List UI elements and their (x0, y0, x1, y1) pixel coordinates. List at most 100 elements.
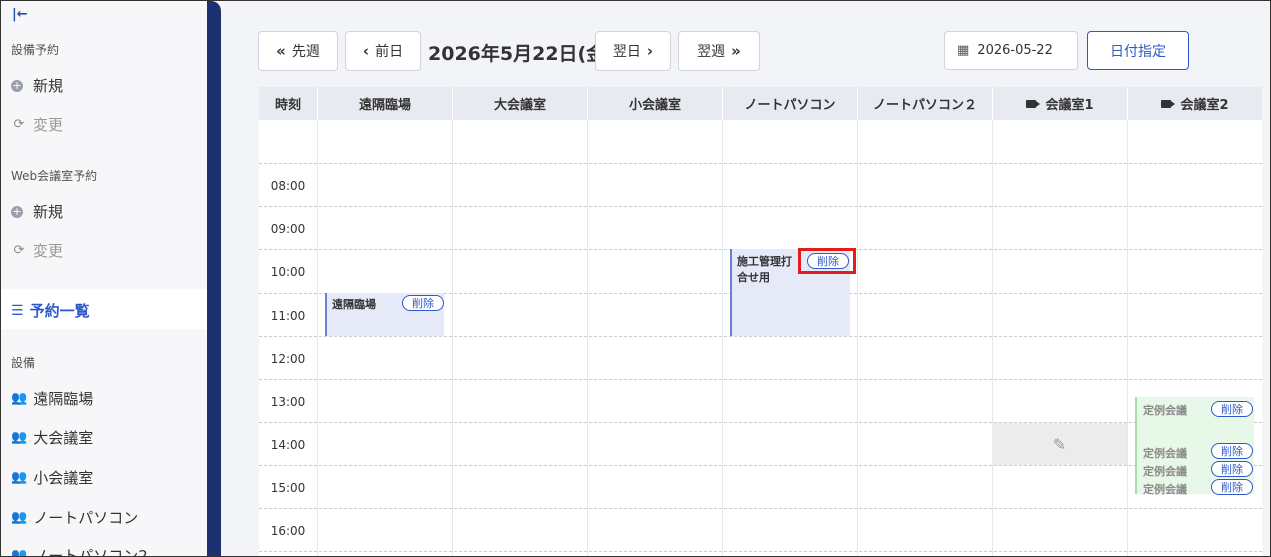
column-header-room2: 会議室2 (1127, 87, 1262, 120)
chevron-right-icon: › (646, 42, 654, 60)
time-label: 08:00 (270, 179, 306, 193)
sidebar-item-equipment[interactable]: 👥 ノートパソコン2 (11, 545, 148, 557)
delete-button[interactable]: 削除 (1211, 401, 1253, 417)
web-change-label: 変更 (33, 242, 64, 260)
event-title: 施工管理打 合せ用 (737, 254, 792, 286)
users-icon: 👥 (11, 430, 28, 445)
plus-icon: + (11, 204, 23, 218)
next-day-button[interactable]: 翌日 › (595, 31, 671, 71)
app-frame: |← 設備予約 + 新規 ⟳ 変更 Web会議室予約 + 新規 ⟳ 変更 ☰ 予… (0, 0, 1271, 557)
next-day-label: 翌日 (612, 44, 641, 60)
sidebar-item-equipment[interactable]: 👥 大会議室 (11, 427, 93, 448)
equipment-section-title: 設備 (11, 356, 36, 370)
row-divider (259, 465, 1262, 466)
delete-button[interactable]: 削除 (1211, 461, 1253, 477)
column-header-label: 会議室1 (1045, 98, 1094, 113)
edit-icon: ✎ (1052, 434, 1067, 454)
new-reservation-slot[interactable]: ✎ (992, 423, 1127, 465)
reservation-event-group[interactable]: 定例会議 削除 定例会議 削除 定例会議 削除 定例会議 削除 (1135, 397, 1254, 496)
column-header-room1: 会議室1 (992, 87, 1127, 120)
double-chevron-right-icon: » (731, 42, 741, 60)
list-icon: ☰ (11, 302, 24, 319)
web-new-label: 新規 (33, 203, 64, 221)
delete-button[interactable]: 削除 (402, 295, 444, 311)
time-label: 11:00 (270, 309, 306, 323)
grid-header: 時刻 遠隔臨場 大会議室 小会議室 ノートパソコン ノートパソコン２ 会議室1 … (259, 87, 1262, 120)
delete-button[interactable]: 削除 (1211, 479, 1253, 495)
facility-change-label: 変更 (33, 116, 64, 134)
row-divider (259, 336, 1262, 337)
facility-section-title: 設備予約 (11, 43, 60, 57)
reservation-list-label: 予約一覧 (29, 302, 90, 320)
date-field[interactable]: ▦ 2026-05-22 (944, 31, 1078, 70)
event-title-line: 合せ用 (737, 271, 770, 284)
time-label: 13:00 (270, 395, 306, 409)
prev-week-button[interactable]: « 先週 (258, 31, 338, 71)
column-divider (722, 120, 723, 556)
row-divider (259, 163, 1262, 164)
double-chevron-left-icon: « (276, 42, 286, 60)
event-title-line: 施工管理打 (737, 255, 792, 268)
time-label: 12:00 (270, 352, 306, 366)
facility-new-link[interactable]: + 新規 (11, 75, 63, 96)
users-icon: 👥 (11, 510, 28, 525)
time-label: 14:00 (270, 438, 306, 452)
refresh-icon: ⟳ (13, 117, 25, 132)
next-week-label: 翌週 (697, 44, 726, 60)
facility-new-label: 新規 (33, 77, 64, 95)
column-header: ノートパソコン２ (857, 87, 992, 120)
column-divider (587, 120, 588, 556)
web-new-link[interactable]: + 新規 (11, 201, 63, 222)
column-header: 遠隔臨場 (317, 87, 452, 120)
sidebar-item-equipment[interactable]: 👥 遠隔臨場 (11, 388, 93, 409)
refresh-icon: ⟳ (13, 243, 25, 258)
sidebar-item-equipment[interactable]: 👥 小会議室 (11, 467, 93, 488)
specify-date-button[interactable]: 日付指定 (1087, 31, 1189, 70)
event-title: 定例会議 (1143, 465, 1187, 478)
column-header: 小会議室 (587, 87, 722, 120)
web-change-link[interactable]: ⟳ 変更 (11, 240, 63, 261)
current-date-title: 2026年5月22日(金) (428, 43, 614, 65)
next-week-button[interactable]: 翌週 » (678, 31, 760, 71)
column-header-label: 会議室2 (1180, 98, 1229, 113)
event-title: 定例会議 (1143, 404, 1187, 417)
plus-icon: + (11, 78, 23, 92)
facility-change-link[interactable]: ⟳ 変更 (11, 114, 63, 135)
sidebar-item-reservation-list[interactable]: ☰ 予約一覧 (1, 289, 207, 329)
equipment-label: ノートパソコン2 (33, 547, 148, 557)
time-column-header: 時刻 (274, 98, 301, 113)
web-section-title: Web会議室予約 (11, 169, 98, 183)
highlight-box (798, 248, 856, 274)
column-divider (857, 120, 858, 556)
row-divider (259, 379, 1262, 380)
time-label: 16:00 (270, 524, 306, 538)
equipment-label: 遠隔臨場 (33, 390, 94, 408)
sidebar-item-equipment[interactable]: 👥 ノートパソコン (11, 507, 138, 528)
users-icon: 👥 (11, 391, 28, 406)
delete-button[interactable]: 削除 (1211, 443, 1253, 459)
column-header: 大会議室 (452, 87, 587, 120)
equipment-label: ノートパソコン (33, 509, 139, 527)
date-field-value: 2026-05-22 (977, 43, 1053, 58)
users-icon: 👥 (11, 470, 28, 485)
equipment-label: 大会議室 (33, 429, 94, 447)
video-camera-icon (1026, 99, 1041, 108)
event-title: 定例会議 (1143, 447, 1187, 460)
sidebar: |← 設備予約 + 新規 ⟳ 変更 Web会議室予約 + 新規 ⟳ 変更 ☰ 予… (1, 1, 207, 557)
schedule-grid: 時刻 遠隔臨場 大会議室 小会議室 ノートパソコン ノートパソコン２ 会議室1 … (259, 87, 1262, 556)
column-divider (452, 120, 453, 556)
collapse-left-icon[interactable]: |← (12, 7, 28, 22)
column-divider (1127, 120, 1128, 556)
prev-week-label: 先週 (291, 44, 320, 60)
row-divider (259, 508, 1262, 509)
time-label: 10:00 (270, 265, 306, 279)
column-divider (992, 120, 993, 556)
time-label: 09:00 (270, 222, 306, 236)
reservation-event[interactable]: 遠隔臨場 削除 (325, 293, 444, 336)
column-header: ノートパソコン (722, 87, 857, 120)
prev-day-button[interactable]: ‹ 前日 (345, 31, 421, 71)
chevron-left-icon: ‹ (362, 42, 370, 60)
video-camera-icon (1161, 99, 1176, 108)
sidebar-edge-bar (207, 1, 221, 556)
calendar-icon: ▦ (957, 43, 970, 58)
